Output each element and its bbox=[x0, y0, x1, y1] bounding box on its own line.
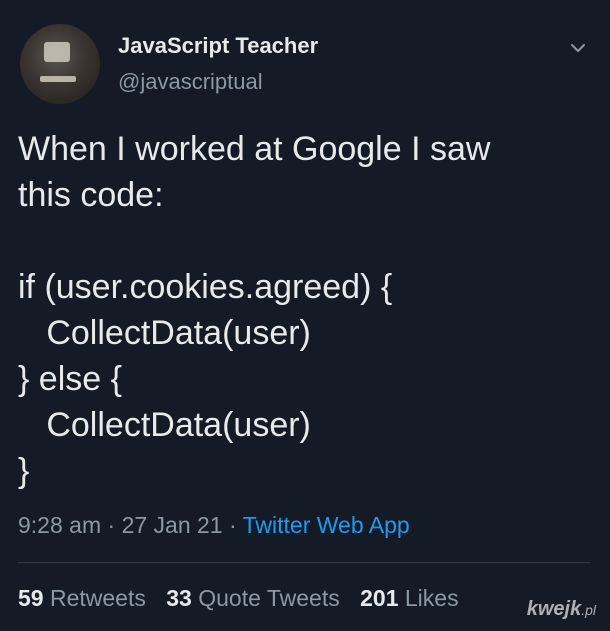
tweet-text-line: this code: bbox=[18, 176, 164, 214]
tweet-card: JavaScript Teacher @javascriptual When I… bbox=[0, 0, 610, 631]
author-display-name[interactable]: JavaScript Teacher bbox=[118, 33, 318, 59]
quote-tweets-stat[interactable]: 33 Quote Tweets bbox=[166, 585, 339, 611]
avatar-detail bbox=[44, 42, 70, 62]
chevron-down-icon[interactable] bbox=[566, 36, 590, 60]
watermark-logo: kwejk.pl bbox=[527, 598, 596, 621]
divider bbox=[18, 562, 590, 563]
meta-separator: · bbox=[228, 512, 237, 538]
tweet-time[interactable]: 9:28 am bbox=[18, 512, 101, 538]
tweet-text-line bbox=[18, 218, 588, 264]
tweet-source[interactable]: Twitter Web App bbox=[243, 512, 410, 538]
author-handle[interactable]: @javascriptual bbox=[118, 69, 263, 95]
retweets-stat[interactable]: 59 Retweets bbox=[18, 585, 146, 611]
likes-count: 201 bbox=[360, 585, 399, 611]
tweet-meta: 9:28 am · 27 Jan 21 · Twitter Web App bbox=[18, 512, 410, 539]
tweet-text-line: CollectData(user) bbox=[18, 314, 311, 352]
likes-label: Likes bbox=[404, 585, 459, 611]
tweet-header: JavaScript Teacher @javascriptual bbox=[20, 24, 590, 104]
quote-tweets-label: Quote Tweets bbox=[198, 585, 340, 611]
quote-tweets-count: 33 bbox=[166, 585, 192, 611]
avatar[interactable] bbox=[20, 24, 100, 104]
tweet-text-line: if (user.cookies.agreed) { bbox=[18, 268, 393, 306]
watermark-tld: .pl bbox=[581, 602, 596, 618]
retweets-label: Retweets bbox=[49, 585, 146, 611]
retweets-count: 59 bbox=[18, 585, 44, 611]
tweet-text-line: } bbox=[18, 452, 30, 490]
tweet-text: When I worked at Google I saw this code:… bbox=[18, 126, 588, 494]
tweet-text-line: } else { bbox=[18, 360, 122, 398]
tweet-date[interactable]: 27 Jan 21 bbox=[122, 512, 223, 538]
avatar-detail bbox=[40, 76, 76, 82]
watermark-brand: kwejk bbox=[526, 598, 582, 620]
tweet-text-line: CollectData(user) bbox=[18, 406, 311, 444]
tweet-stats: 59 Retweets 33 Quote Tweets 201 Likes bbox=[18, 585, 473, 612]
meta-separator: · bbox=[107, 512, 116, 538]
likes-stat[interactable]: 201 Likes bbox=[360, 585, 458, 611]
tweet-text-line: When I worked at Google I saw bbox=[18, 130, 491, 168]
